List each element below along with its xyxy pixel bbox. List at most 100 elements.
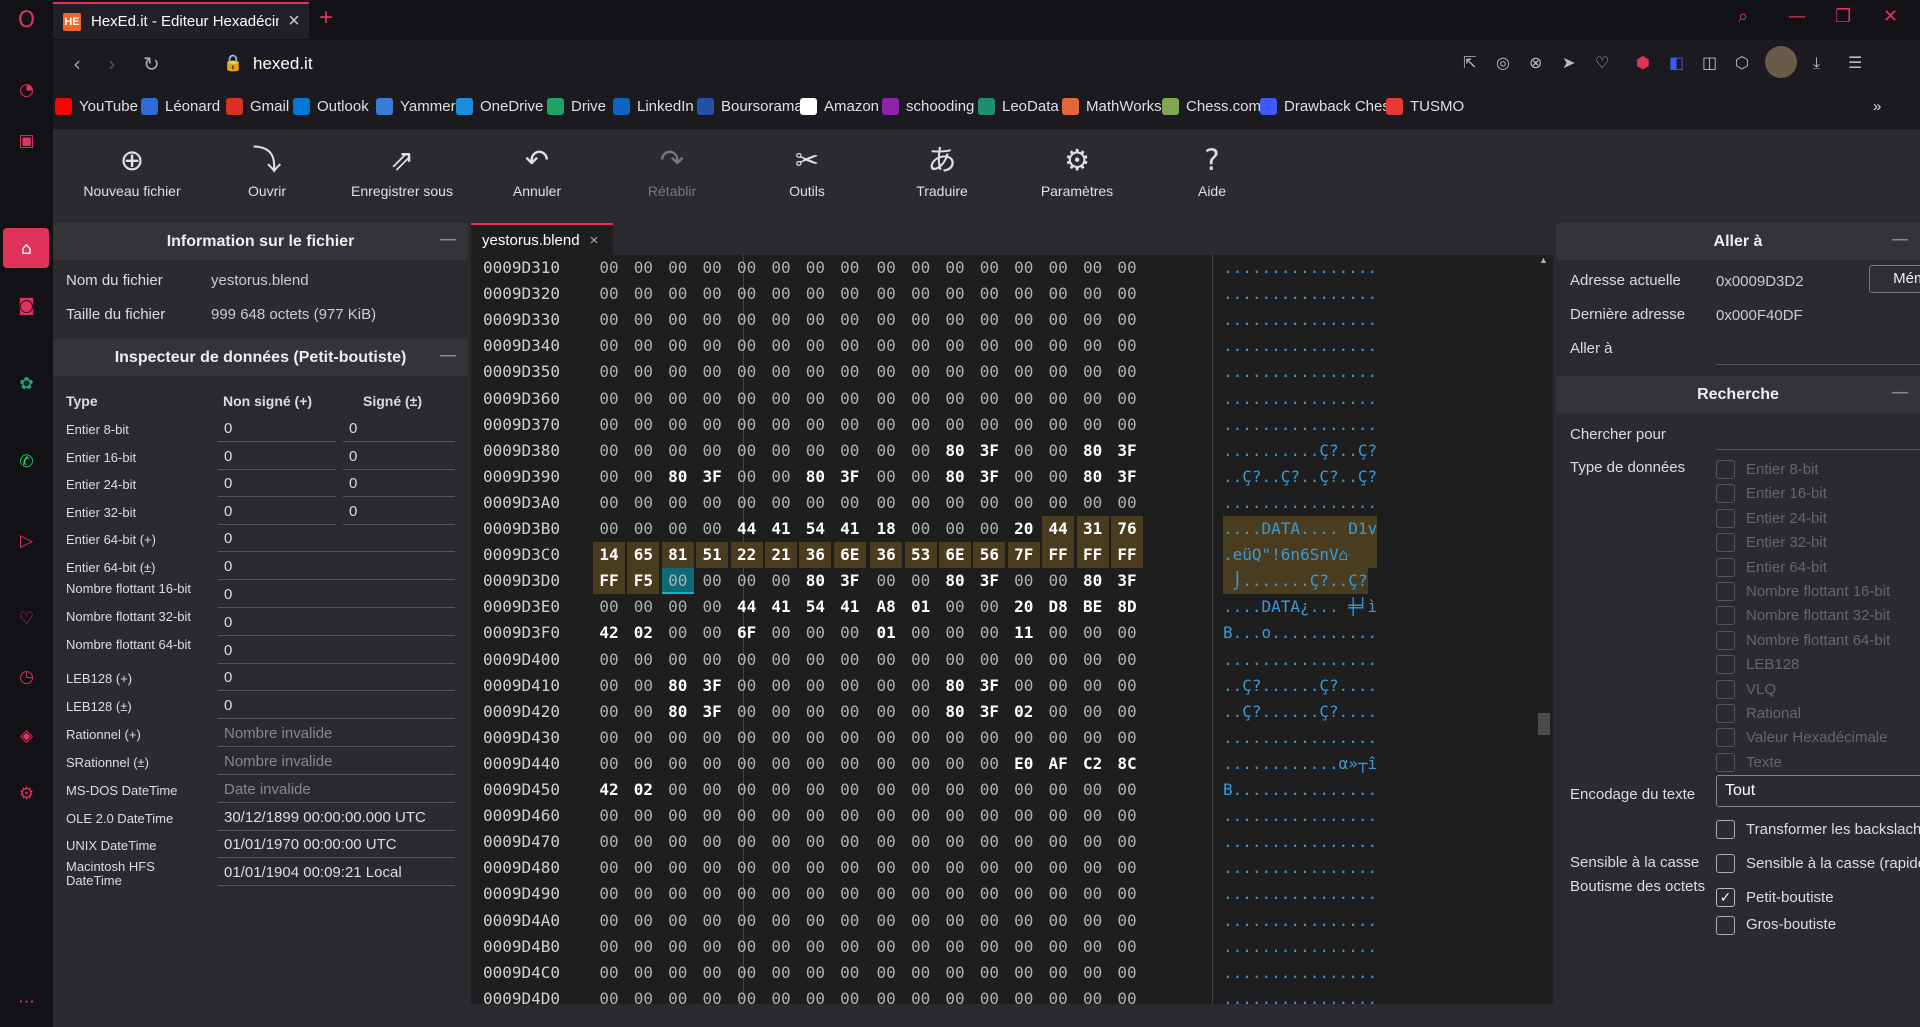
hex-byte[interactable]: 00 bbox=[765, 620, 797, 646]
type-leb128-checkbox[interactable] bbox=[1716, 655, 1735, 675]
hex-byte[interactable]: 00 bbox=[662, 934, 694, 960]
hex-byte[interactable]: 41 bbox=[765, 516, 797, 542]
hex-byte[interactable]: 00 bbox=[905, 516, 937, 542]
hex-byte[interactable]: 00 bbox=[765, 281, 797, 307]
hex-byte[interactable]: 51 bbox=[696, 542, 729, 569]
hex-byte[interactable]: 00 bbox=[662, 594, 694, 620]
collapse-icon[interactable]: — bbox=[1892, 384, 1908, 402]
srationnel-field[interactable]: Nombre invalide bbox=[218, 749, 455, 775]
hex-byte[interactable]: 00 bbox=[870, 307, 902, 333]
hex-byte[interactable]: 00 bbox=[731, 412, 763, 438]
hex-byte[interactable]: 00 bbox=[1042, 725, 1074, 751]
hex-byte[interactable]: 00 bbox=[939, 386, 971, 412]
hex-byte[interactable]: 00 bbox=[1042, 412, 1074, 438]
hex-byte[interactable]: 00 bbox=[1008, 934, 1040, 960]
hex-byte[interactable]: 00 bbox=[1008, 438, 1040, 464]
hex-byte[interactable]: 00 bbox=[1042, 960, 1074, 986]
hex-byte[interactable]: 3F bbox=[973, 699, 1005, 725]
hex-byte[interactable]: 00 bbox=[627, 516, 659, 542]
ascii-text[interactable]: ................ bbox=[1223, 725, 1377, 751]
toolbar-annuler-button[interactable]: ↶ Annuler bbox=[472, 129, 602, 215]
hex-byte[interactable]: 00 bbox=[870, 960, 902, 986]
hex-byte[interactable]: 00 bbox=[765, 255, 797, 281]
hex-byte[interactable]: 80 bbox=[939, 438, 971, 464]
hex-byte[interactable]: 00 bbox=[973, 490, 1005, 516]
hex-byte[interactable]: 00 bbox=[799, 438, 831, 464]
hex-byte[interactable]: 00 bbox=[593, 281, 625, 307]
hex-byte[interactable]: 76 bbox=[1111, 516, 1143, 542]
hex-byte[interactable]: 65 bbox=[627, 542, 660, 569]
hex-byte[interactable]: 00 bbox=[765, 725, 797, 751]
toolbar-ouvrir-button[interactable]: ⤵ Ouvrir bbox=[202, 129, 332, 215]
case-checkbox[interactable] bbox=[1716, 854, 1735, 873]
hex-byte[interactable]: 00 bbox=[731, 307, 763, 333]
hex-byte[interactable]: 02 bbox=[1008, 699, 1040, 725]
hex-byte[interactable]: 00 bbox=[939, 647, 971, 673]
bookmark-drawback-chess[interactable]: Drawback Chess bbox=[1260, 98, 1397, 115]
hex-byte[interactable]: 00 bbox=[1111, 725, 1143, 751]
hex-byte[interactable]: 00 bbox=[662, 490, 694, 516]
hex-byte[interactable]: 00 bbox=[1077, 412, 1109, 438]
ascii-text[interactable]: ................ bbox=[1223, 490, 1377, 516]
hex-byte[interactable]: 00 bbox=[905, 699, 937, 725]
hex-byte[interactable]: 00 bbox=[765, 673, 797, 699]
hex-byte[interactable]: 00 bbox=[905, 386, 937, 412]
hex-byte[interactable]: 00 bbox=[696, 620, 728, 646]
hex-byte[interactable]: 00 bbox=[939, 594, 971, 620]
hex-byte[interactable]: E0 bbox=[1008, 751, 1040, 777]
bookmark-boursorama[interactable]: Boursorama bbox=[697, 98, 803, 115]
nombre-flottant-16-bit-field[interactable]: 0 bbox=[218, 582, 455, 608]
bookmark-amazon[interactable]: Amazon bbox=[800, 98, 879, 115]
hex-byte[interactable]: 00 bbox=[1077, 620, 1109, 646]
hex-byte[interactable]: 00 bbox=[731, 803, 763, 829]
hex-byte[interactable]: 00 bbox=[1077, 699, 1109, 725]
hex-byte[interactable]: FF bbox=[1042, 542, 1075, 569]
hex-byte[interactable]: 00 bbox=[662, 307, 694, 333]
type-nombre-flottant-64-bit-checkbox[interactable] bbox=[1716, 630, 1735, 650]
hex-byte[interactable]: 00 bbox=[765, 647, 797, 673]
hex-byte[interactable]: 00 bbox=[593, 516, 625, 542]
ascii-text[interactable]: ................ bbox=[1223, 307, 1377, 333]
hex-byte[interactable]: 00 bbox=[627, 751, 659, 777]
hex-byte[interactable]: 00 bbox=[973, 359, 1005, 385]
hex-byte[interactable]: 00 bbox=[765, 699, 797, 725]
hex-byte[interactable]: 00 bbox=[662, 333, 694, 359]
hex-byte[interactable]: 80 bbox=[662, 699, 694, 725]
hex-byte[interactable]: 00 bbox=[731, 568, 763, 594]
hex-byte[interactable]: 00 bbox=[799, 777, 831, 803]
type-entier-64-bit-checkbox[interactable] bbox=[1716, 557, 1735, 577]
signed-entier-16-bit-field[interactable]: 0 bbox=[343, 444, 455, 470]
hex-byte[interactable]: 00 bbox=[905, 255, 937, 281]
hex-byte[interactable]: 44 bbox=[731, 594, 763, 620]
hex-byte[interactable]: 00 bbox=[870, 438, 902, 464]
hex-byte[interactable]: 80 bbox=[1077, 464, 1109, 490]
bookmark-drive[interactable]: Drive bbox=[547, 98, 606, 115]
hex-byte[interactable]: 00 bbox=[731, 881, 763, 907]
hex-byte[interactable]: 00 bbox=[834, 359, 866, 385]
hex-byte[interactable]: 00 bbox=[593, 412, 625, 438]
hex-byte[interactable]: 00 bbox=[662, 881, 694, 907]
ascii-text[interactable]: ................ bbox=[1223, 386, 1377, 412]
hex-byte[interactable]: 00 bbox=[905, 647, 937, 673]
entier-64-bit-field[interactable]: 0 bbox=[218, 554, 455, 580]
hex-byte[interactable]: 00 bbox=[905, 333, 937, 359]
ascii-text[interactable]: B...o........... bbox=[1223, 620, 1377, 646]
favorite-icon[interactable]: ♡ bbox=[1595, 53, 1609, 72]
hex-byte[interactable]: 00 bbox=[939, 751, 971, 777]
url-field[interactable]: hexed.it bbox=[253, 54, 313, 74]
unsigned-entier-24-bit-field[interactable]: 0 bbox=[218, 471, 336, 497]
hex-byte[interactable]: 02 bbox=[627, 777, 659, 803]
hex-byte[interactable]: 41 bbox=[765, 594, 797, 620]
hex-byte[interactable]: 00 bbox=[731, 333, 763, 359]
hex-byte[interactable]: 01 bbox=[905, 594, 937, 620]
hex-byte[interactable]: FF bbox=[1111, 542, 1143, 569]
hex-byte[interactable]: 00 bbox=[627, 647, 659, 673]
hex-byte[interactable]: 00 bbox=[1111, 255, 1143, 281]
hex-byte[interactable]: 6E bbox=[939, 542, 971, 569]
hex-byte[interactable]: 00 bbox=[731, 281, 763, 307]
hex-byte[interactable]: 00 bbox=[834, 699, 866, 725]
macintosh-hfs-datetime-field[interactable]: 01/01/1904 00:09:21 Local bbox=[218, 860, 455, 886]
hex-byte[interactable]: 00 bbox=[939, 934, 971, 960]
hex-byte[interactable]: 3F bbox=[1111, 568, 1143, 594]
ascii-text[interactable]: B............... bbox=[1223, 777, 1377, 803]
